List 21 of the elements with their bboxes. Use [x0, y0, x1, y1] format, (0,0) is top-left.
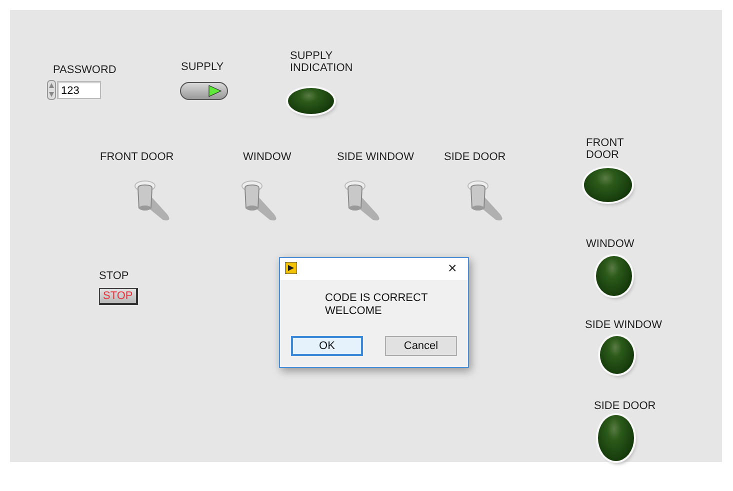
switch-label: SIDE DOOR	[444, 151, 506, 163]
control-label: SUPPLY	[181, 61, 224, 73]
switch-label: FRONT DOOR	[100, 151, 174, 163]
switch-label: SIDE WINDOW	[337, 151, 414, 163]
app-icon	[285, 262, 297, 274]
indicator-label: SIDE WINDOW	[585, 319, 662, 331]
dialog-button[interactable]: OK	[291, 336, 363, 356]
supply-switch[interactable]	[180, 82, 228, 100]
field-label: PASSWORD	[53, 64, 116, 76]
message-text: CODE IS CORRECT	[325, 292, 428, 305]
dialog-button[interactable]: Cancel	[385, 336, 457, 356]
indicator-label: WINDOW	[586, 238, 634, 250]
indicator-label: SIDE DOOR	[594, 400, 656, 412]
indicator-label: SUPPLY INDICATION	[290, 50, 354, 74]
message-text: WELCOME	[325, 305, 382, 318]
switch-label: WINDOW	[243, 151, 292, 163]
control-label: STOP	[99, 270, 129, 282]
arrow-icon	[208, 85, 222, 97]
close-button[interactable]: ×	[448, 261, 457, 277]
indicator-label: FRONT DOOR	[586, 137, 625, 161]
password-field[interactable]: 123	[57, 81, 101, 99]
